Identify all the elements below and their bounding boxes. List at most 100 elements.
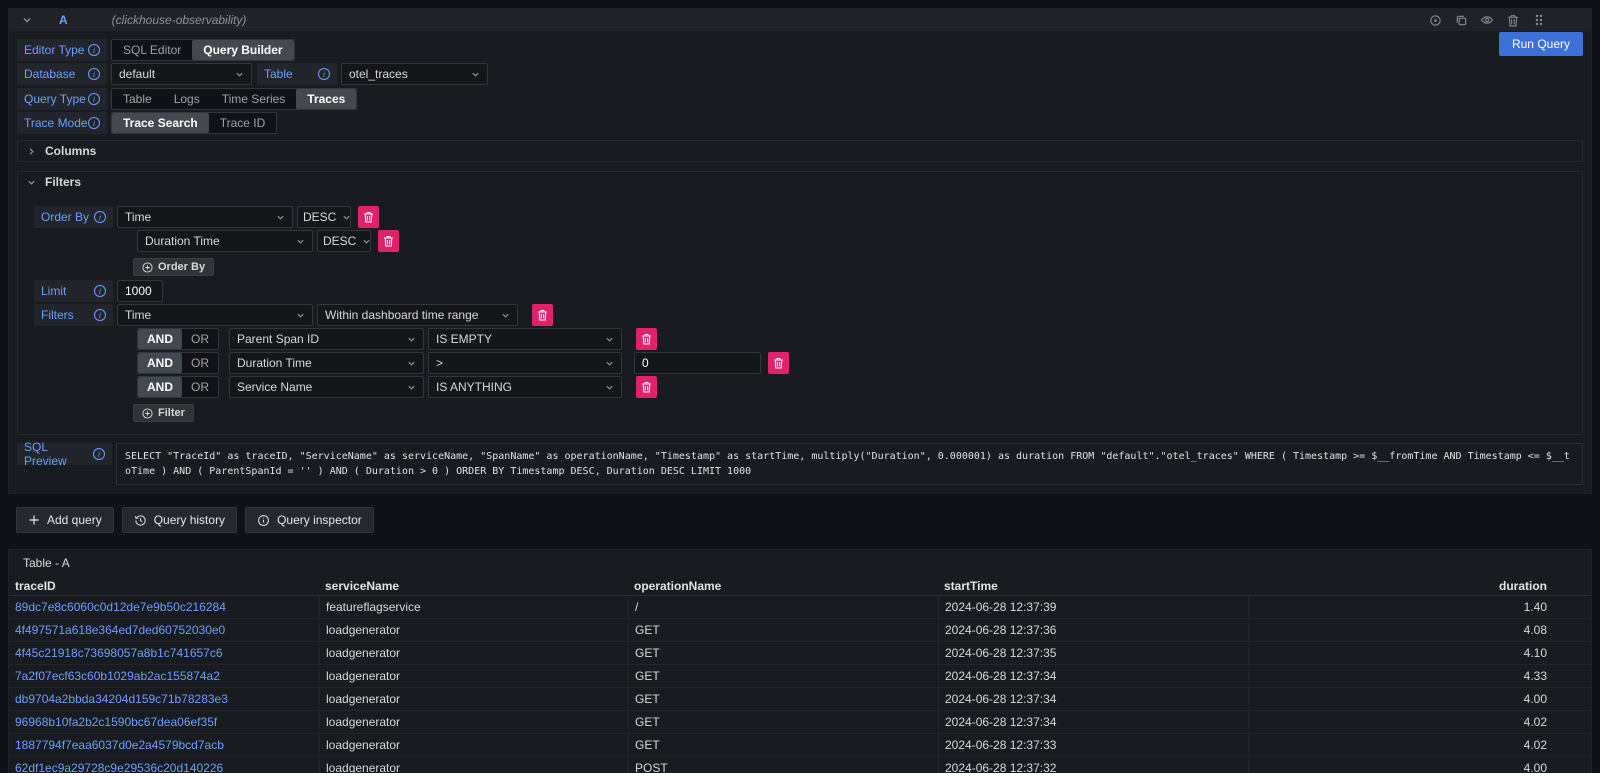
query-type-option-logs[interactable]: Logs (163, 89, 211, 109)
table-row: 1887794f7eaa6037d0e2a4579bcd7acb loadgen… (9, 734, 1591, 757)
info-icon[interactable]: i (318, 68, 330, 80)
duration-cell: 1.40 (1248, 596, 1591, 619)
filter-operator-value: Within dashboard time range (325, 308, 478, 322)
table-select[interactable]: otel_traces (341, 63, 488, 85)
column-header-duration[interactable]: duration (1248, 576, 1591, 596)
info-icon[interactable]: i (88, 44, 100, 56)
info-icon[interactable]: i (94, 285, 106, 297)
table-row: 7a2f07ecf63c60b1029ab2ac155874a2 loadgen… (9, 665, 1591, 688)
limit-input[interactable] (117, 280, 163, 302)
bool-and-option[interactable]: AND (138, 377, 182, 397)
bool-operator-toggle: AND OR (137, 352, 219, 374)
info-icon[interactable]: i (93, 448, 105, 460)
bool-and-option[interactable]: AND (138, 329, 182, 349)
editor-type-option-sql-editor[interactable]: SQL Editor (112, 40, 192, 60)
start-time-cell: 2024-06-28 12:37:34 (938, 711, 1248, 734)
filters-section-header[interactable]: Filters (18, 172, 1582, 192)
service-name-cell: loadgenerator (319, 642, 628, 665)
column-header-servicename[interactable]: serviceName (319, 576, 628, 596)
limit-label: Limit i (34, 280, 113, 302)
chevron-down-icon (605, 383, 614, 392)
eye-icon[interactable] (1479, 12, 1495, 28)
order-by-direction-select[interactable]: DESC (317, 230, 371, 252)
table-row: 89dc7e8c6060c0d12de7e9b50c216284 feature… (9, 596, 1591, 619)
order-by-field-select[interactable]: Time (117, 206, 293, 228)
trace-id-link[interactable]: 89dc7e8c6060c0d12de7e9b50c216284 (9, 596, 319, 619)
column-header-operationname[interactable]: operationName (628, 576, 938, 596)
query-type-option-traces[interactable]: Traces (296, 89, 356, 109)
query-inspector-button[interactable]: Query inspector (245, 507, 374, 533)
chevron-down-icon (27, 178, 37, 187)
trace-id-link[interactable]: 7a2f07ecf63c60b1029ab2ac155874a2 (9, 665, 319, 688)
chevron-down-icon (276, 213, 285, 222)
remove-filter-button[interactable] (768, 352, 789, 374)
trace-id-link[interactable]: 62df1ec9a29728c9e29536c20d140226 (9, 757, 319, 773)
table-label: Table i (257, 63, 337, 85)
trace-id-link[interactable]: db9704a2bbda34204d159c71b78283e3 (9, 688, 319, 711)
trace-mode-option-trace-search[interactable]: Trace Search (112, 113, 209, 133)
info-icon[interactable]: i (94, 211, 106, 223)
chevron-down-icon (235, 70, 244, 79)
dot-circle-icon[interactable] (1427, 12, 1443, 28)
filter-operator-select[interactable]: > (428, 352, 622, 374)
remove-filter-button[interactable] (636, 328, 657, 350)
column-header-traceid[interactable]: traceID (9, 576, 319, 596)
duplicate-query-icon[interactable] (1453, 12, 1469, 28)
start-time-cell: 2024-06-28 12:37:34 (938, 688, 1248, 711)
remove-filter-button[interactable] (532, 304, 553, 326)
query-type-option-time-series[interactable]: Time Series (211, 89, 297, 109)
operation-name-cell: GET (628, 688, 938, 711)
sql-preview-label-text: SQL Preview (24, 440, 93, 468)
info-icon[interactable]: i (88, 117, 100, 129)
info-icon[interactable]: i (94, 309, 106, 321)
bool-and-option[interactable]: AND (138, 353, 182, 373)
add-query-button[interactable]: Add query (16, 507, 114, 533)
trace-id-link[interactable]: 4f497571a618e364ed7ded60752030e0 (9, 619, 319, 642)
bool-or-option[interactable]: OR (182, 329, 218, 349)
editor-type-option-query-builder[interactable]: Query Builder (192, 40, 293, 60)
trace-id-link[interactable]: 1887794f7eaa6037d0e2a4579bcd7acb (9, 734, 319, 757)
duration-cell: 4.10 (1248, 642, 1591, 665)
remove-order-by-button[interactable] (378, 230, 399, 252)
filter-operator-select[interactable]: IS ANYTHING (428, 376, 622, 398)
filter-field-select[interactable]: Parent Span ID (229, 328, 424, 350)
add-filter-button[interactable]: Filter (133, 404, 194, 422)
filter-field-select[interactable]: Time (117, 304, 313, 326)
service-name-cell: loadgenerator (319, 757, 628, 773)
drag-handle-icon[interactable] (1531, 12, 1547, 28)
order-by-field-select[interactable]: Duration Time (137, 230, 313, 252)
run-query-button[interactable]: Run Query (1499, 32, 1583, 56)
query-type-option-table[interactable]: Table (112, 89, 163, 109)
service-name-cell: loadgenerator (319, 734, 628, 757)
trash-icon[interactable] (1505, 12, 1521, 28)
trace-id-link[interactable]: 96968b10fa2b2c1590bc67dea06ef35f (9, 711, 319, 734)
query-history-button[interactable]: Query history (122, 507, 237, 533)
filter-operator-select[interactable]: Within dashboard time range (317, 304, 518, 326)
remove-order-by-button[interactable] (358, 206, 379, 228)
database-label-text: Database (24, 67, 75, 81)
filter-field-value: Parent Span ID (237, 332, 319, 346)
add-order-by-button[interactable]: Order By (133, 258, 214, 276)
filter-field-select[interactable]: Duration Time (229, 352, 424, 374)
remove-filter-button[interactable] (636, 376, 657, 398)
filter-operator-select[interactable]: IS EMPTY (428, 328, 622, 350)
bool-or-option[interactable]: OR (182, 377, 218, 397)
trace-id-link[interactable]: 4f45c21918c73698057a8b1c741657c6 (9, 642, 319, 665)
bool-or-option[interactable]: OR (182, 353, 218, 373)
start-time-cell: 2024-06-28 12:37:34 (938, 665, 1248, 688)
chevron-down-icon (605, 359, 614, 368)
info-icon[interactable]: i (88, 68, 100, 80)
order-by-label-text: Order By (41, 210, 89, 224)
start-time-cell: 2024-06-28 12:37:33 (938, 734, 1248, 757)
filter-operator-value: > (436, 356, 443, 370)
trace-mode-option-trace-id[interactable]: Trace ID (209, 113, 277, 133)
filter-field-select[interactable]: Service Name (229, 376, 424, 398)
database-select[interactable]: default (111, 63, 252, 85)
collapse-chevron-icon[interactable] (19, 12, 35, 28)
column-header-starttime[interactable]: startTime (938, 576, 1248, 596)
filter-value-input[interactable] (634, 352, 761, 374)
info-icon[interactable]: i (88, 93, 100, 105)
columns-section-header[interactable]: Columns (18, 141, 1582, 161)
order-by-direction-select[interactable]: DESC (297, 206, 351, 228)
filter-field-value: Duration Time (237, 356, 312, 370)
